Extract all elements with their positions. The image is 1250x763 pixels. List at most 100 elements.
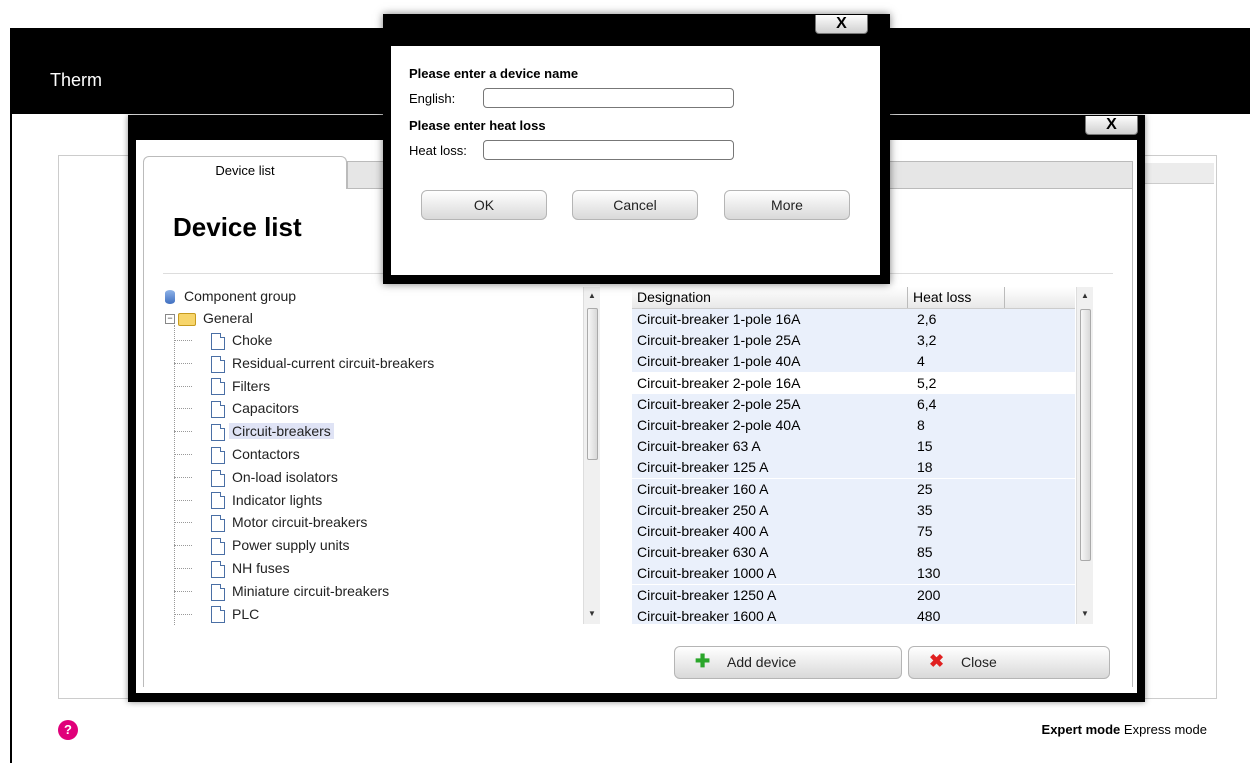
table-row[interactable]: Circuit-breaker 1-pole 25A 3,2 xyxy=(632,330,1075,352)
cell-heat-loss: 200 xyxy=(917,586,941,603)
tree-connector xyxy=(174,522,192,524)
tree-item[interactable]: Filters xyxy=(211,375,273,397)
table-row[interactable]: Circuit-breaker 63 A 15 xyxy=(632,436,1075,458)
table-row[interactable]: Circuit-breaker 1-pole 16A 2,6 xyxy=(632,309,1075,330)
cell-designation: Circuit-breaker 2-pole 25A xyxy=(637,395,801,412)
scroll-down-arrow-icon[interactable]: ▼ xyxy=(1077,609,1093,618)
page-icon xyxy=(211,515,225,533)
tree-connector xyxy=(174,613,192,615)
scroll-up-arrow-icon[interactable]: ▲ xyxy=(1077,291,1093,300)
tree-item[interactable]: Miniature circuit-breakers xyxy=(211,580,392,602)
cell-designation: Circuit-breaker 2-pole 40A xyxy=(637,417,801,433)
cell-designation: Circuit-breaker 1000 A xyxy=(637,565,777,582)
database-icon xyxy=(165,290,175,305)
scroll-down-arrow-icon[interactable]: ▼ xyxy=(584,609,600,618)
tree-item[interactable]: Choke xyxy=(211,329,275,351)
cell-heat-loss: 75 xyxy=(917,523,933,539)
mode-switch: Expert mode Express mode xyxy=(1042,722,1207,737)
tab-device-list[interactable]: Device list xyxy=(143,156,347,189)
table-row[interactable]: Circuit-breaker 1-pole 40A 4 xyxy=(632,351,1075,373)
table-row[interactable]: Circuit-breaker 2-pole 16A 5,2 xyxy=(632,372,1075,394)
page-icon xyxy=(211,423,225,441)
tree-item[interactable]: Motor circuit-breakers xyxy=(211,511,370,533)
page-icon xyxy=(211,560,225,578)
cell-heat-loss: 25 xyxy=(917,480,933,497)
tree-item[interactable]: Circuit-breakers xyxy=(211,420,334,442)
heat-loss-label: Heat loss: xyxy=(409,143,467,158)
tree-connector xyxy=(174,568,192,569)
tree-item-label: Choke xyxy=(232,332,273,348)
cell-heat-loss: 15 xyxy=(917,438,933,455)
tree-root[interactable]: Component group xyxy=(165,285,299,307)
cell-designation: Circuit-breaker 1250 A xyxy=(637,586,777,603)
column-header-designation[interactable]: Designation xyxy=(632,287,908,308)
cell-designation: Circuit-breaker 1-pole 16A xyxy=(637,311,801,327)
tree-item[interactable]: NH fuses xyxy=(211,557,293,579)
cell-heat-loss: 5,2 xyxy=(917,374,937,391)
page-icon xyxy=(211,332,225,350)
page-icon xyxy=(211,446,225,464)
tree-item-label: Residual-current circuit-breakers xyxy=(232,354,435,371)
tree-item-label: Indicator lights xyxy=(232,491,323,508)
dialog-close-x-button[interactable]: X xyxy=(815,15,868,34)
tree-item[interactable]: Power supply units xyxy=(211,534,353,556)
cell-designation: Circuit-breaker 1600 A xyxy=(637,607,777,624)
close-button[interactable]: ✖ Close xyxy=(908,646,1110,679)
tree-item[interactable]: Indicator lights xyxy=(211,489,325,511)
tree-connector xyxy=(174,431,192,433)
scroll-up-arrow-icon[interactable]: ▲ xyxy=(584,291,600,300)
page-icon xyxy=(211,583,225,601)
cell-heat-loss: 130 xyxy=(917,565,941,582)
tree-item-label: Power supply units xyxy=(232,537,350,554)
table-scrollbar[interactable]: ▲ ▼ xyxy=(1076,287,1093,624)
table-row[interactable]: Circuit-breaker 125 A 18 xyxy=(632,457,1075,479)
add-device-button[interactable]: ✚ Add device xyxy=(674,646,902,679)
express-mode-link[interactable]: Express mode xyxy=(1124,722,1207,737)
app-title: Therm xyxy=(50,70,103,90)
table-row[interactable]: Circuit-breaker 2-pole 40A 8 xyxy=(632,415,1075,436)
expert-mode-link[interactable]: Expert mode xyxy=(1042,722,1121,737)
collapse-icon[interactable]: − xyxy=(165,314,175,325)
tree-trunk xyxy=(174,325,175,625)
cell-heat-loss: 6,4 xyxy=(917,395,937,412)
scroll-thumb[interactable] xyxy=(587,308,598,460)
column-header-heat-loss[interactable]: Heat loss xyxy=(908,287,1005,308)
tree-scrollbar[interactable]: ▲ ▼ xyxy=(583,287,600,624)
scroll-thumb[interactable] xyxy=(1080,309,1091,561)
page-icon xyxy=(211,606,225,624)
table-row[interactable]: Circuit-breaker 400 A 75 xyxy=(632,521,1075,542)
tree-item[interactable]: PLC xyxy=(211,603,262,625)
more-button[interactable]: More xyxy=(724,190,850,220)
cell-heat-loss: 85 xyxy=(917,544,933,561)
heat-loss-input[interactable] xyxy=(483,140,734,160)
table-row[interactable]: Circuit-breaker 2-pole 25A 6,4 xyxy=(632,393,1075,415)
tree-item-label: Filters xyxy=(232,377,271,394)
table-row[interactable]: Circuit-breaker 160 A 25 xyxy=(632,478,1075,500)
table-row[interactable]: Circuit-breaker 1600 A 480 xyxy=(632,605,1075,624)
cell-heat-loss: 35 xyxy=(917,501,933,518)
device-list-close-x-button[interactable]: X xyxy=(1085,116,1138,135)
page-title: Device list xyxy=(173,212,302,242)
tree-item-label: Circuit-breakers xyxy=(229,423,334,440)
cell-heat-loss: 18 xyxy=(917,459,933,476)
table-row[interactable]: Circuit-breaker 1250 A 200 xyxy=(632,584,1075,606)
page-icon xyxy=(211,378,225,396)
cancel-button[interactable]: Cancel xyxy=(572,190,698,220)
tree-item-label: Miniature circuit-breakers xyxy=(232,582,390,599)
ok-button[interactable]: OK xyxy=(421,190,547,220)
tree-item[interactable]: On-load isolators xyxy=(211,466,341,488)
tree-connector xyxy=(174,340,192,341)
english-name-input[interactable] xyxy=(483,88,734,108)
tree-item[interactable]: Capacitors xyxy=(211,397,302,419)
table-row[interactable]: Circuit-breaker 630 A 85 xyxy=(632,542,1075,564)
tree-folder-general[interactable]: − General xyxy=(165,307,256,329)
help-icon[interactable]: ? xyxy=(58,720,78,740)
table-row[interactable]: Circuit-breaker 1000 A 130 xyxy=(632,563,1075,585)
tree-item[interactable]: Contactors xyxy=(211,443,303,465)
tree-item[interactable]: Residual-current circuit-breakers xyxy=(211,352,437,374)
cell-heat-loss: 3,2 xyxy=(917,332,937,349)
cell-heat-loss: 8 xyxy=(917,417,925,433)
tree-item-label: PLC xyxy=(232,605,260,622)
component-group-tree[interactable]: Component group − General Choke Residual-c… xyxy=(163,285,581,625)
table-row[interactable]: Circuit-breaker 250 A 35 xyxy=(632,499,1075,521)
